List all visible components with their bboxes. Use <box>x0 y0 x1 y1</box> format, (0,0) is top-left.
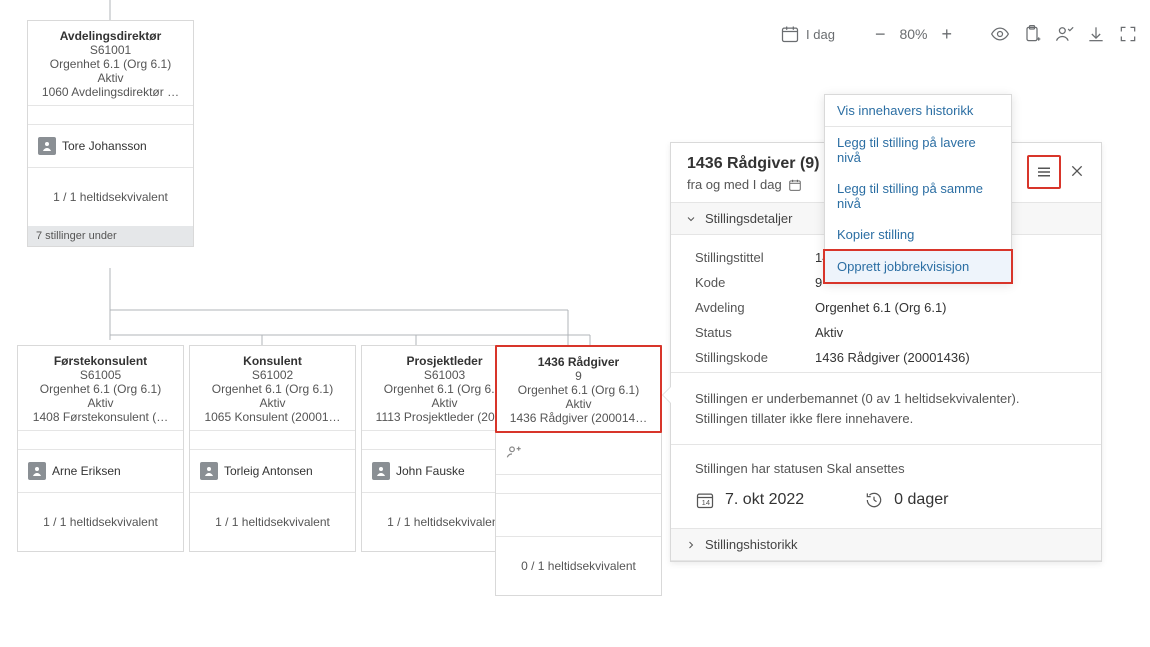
menu-item-add-same[interactable]: Legg til stilling på samme nivå <box>825 173 1011 219</box>
expand-icon <box>1118 24 1138 44</box>
card-position-code: 1408 Førstekonsulent (… <box>24 410 177 424</box>
panel-title: 1436 Rådgiver (9) <box>687 155 820 173</box>
understaffed-line2: Stillingen tillater ikke flere innehaver… <box>695 409 1077 429</box>
understaffed-line1: Stillingen er underbemannet (0 av 1 helt… <box>695 389 1077 409</box>
svg-text:14: 14 <box>702 498 710 507</box>
section-history-label: Stillingshistorikk <box>705 537 797 552</box>
panel-effective: fra og med I dag <box>687 177 782 192</box>
card-fte: 0 / 1 heltidsekvivalent <box>496 537 661 595</box>
org-card-child[interactable]: Konsulent S61002 Orgenhet 6.1 (Org 6.1) … <box>189 345 356 552</box>
card-org: Orgenhet 6.1 (Org 6.1) <box>24 382 177 396</box>
value-stillingskode: 1436 Rådgiver (20001436) <box>815 350 970 365</box>
card-status: Aktiv <box>196 396 349 410</box>
card-title: 1436 Rådgiver <box>503 355 654 369</box>
card-title: Avdelingsdirektør <box>34 29 187 43</box>
value-status: Aktiv <box>815 325 843 340</box>
zoom-value: 80% <box>899 26 927 42</box>
card-head: Avdelingsdirektør S61001 Orgenhet 6.1 (O… <box>28 21 193 106</box>
menu-item-create-requisition[interactable]: Opprett jobbrekvisisjon <box>824 250 1012 283</box>
add-holder-icon[interactable] <box>506 444 522 463</box>
panel-menu-button[interactable] <box>1027 155 1061 189</box>
card-position-code: 1436 Rådgiver (200014… <box>503 411 654 425</box>
visibility-button[interactable] <box>988 22 1012 46</box>
panel-pointer <box>663 387 671 403</box>
card-code: S61005 <box>24 368 177 382</box>
status-days: 0 dager <box>894 491 948 509</box>
zoom-out-button[interactable]: − <box>875 24 886 45</box>
calendar-date-icon: 14 <box>695 490 715 510</box>
status-text: Stillingen har statusen Skal ansettes <box>695 461 1077 476</box>
clipboard-plus-icon <box>1022 24 1042 44</box>
calendar-icon <box>788 178 802 192</box>
avatar <box>200 462 218 480</box>
holder-name: Torleig Antonsen <box>224 464 313 478</box>
eye-icon <box>990 24 1010 44</box>
card-title: Førstekonsulent <box>24 354 177 368</box>
download-icon <box>1086 24 1106 44</box>
card-position-code: 1060 Avdelingsdirektør … <box>34 85 187 99</box>
fullscreen-button[interactable] <box>1116 22 1140 46</box>
section-history-header[interactable]: Stillingshistorikk <box>671 528 1101 561</box>
calendar-icon <box>780 24 800 44</box>
context-menu: Vis innehavers historikk Legg til stilli… <box>824 94 1012 283</box>
menu-item-history[interactable]: Vis innehavers historikk <box>825 95 1011 126</box>
holder-name: John Fauske <box>396 464 465 478</box>
today-label: I dag <box>806 27 835 42</box>
card-code: S61001 <box>34 43 187 57</box>
label-avdeling: Avdeling <box>695 300 815 315</box>
card-status: Aktiv <box>24 396 177 410</box>
card-org: Orgenhet 6.1 (Org 6.1) <box>34 57 187 71</box>
avatar <box>372 462 390 480</box>
card-fte: 1 / 1 heltidsekvivalent <box>190 493 355 551</box>
label-stillingstittel: Stillingstittel <box>695 250 815 265</box>
close-icon <box>1069 163 1085 179</box>
history-icon <box>864 490 884 510</box>
panel-close-button[interactable] <box>1069 163 1085 182</box>
status-date: 7. okt 2022 <box>725 491 804 509</box>
person-check-icon <box>1054 24 1074 44</box>
card-footer[interactable]: 7 stillinger under <box>28 226 193 246</box>
menu-item-add-lower[interactable]: Legg til stilling på lavere nivå <box>825 127 1011 173</box>
card-code: S61002 <box>196 368 349 382</box>
label-status: Status <box>695 325 815 340</box>
hamburger-icon <box>1035 163 1053 181</box>
card-status: Aktiv <box>34 71 187 85</box>
menu-item-copy[interactable]: Kopier stilling <box>825 219 1011 250</box>
card-code: 9 <box>503 369 654 383</box>
person-check-button[interactable] <box>1052 22 1076 46</box>
chevron-down-icon <box>685 213 697 225</box>
download-button[interactable] <box>1084 22 1108 46</box>
card-org: Orgenhet 6.1 (Org 6.1) <box>196 382 349 396</box>
card-holder: Tore Johansson <box>28 124 193 168</box>
label-kode: Kode <box>695 275 815 290</box>
understaffed-block: Stillingen er underbemannet (0 av 1 helt… <box>671 372 1101 444</box>
label-stillingskode: Stillingskode <box>695 350 815 365</box>
zoom-in-button[interactable]: + <box>941 24 952 45</box>
card-position-code: 1065 Konsulent (20001… <box>196 410 349 424</box>
org-card-child-selected[interactable]: 1436 Rådgiver 9 Orgenhet 6.1 (Org 6.1) A… <box>495 345 662 596</box>
card-fte: 1 / 1 heltidsekvivalent <box>28 168 193 226</box>
value-avdeling: Orgenhet 6.1 (Org 6.1) <box>815 300 947 315</box>
value-kode: 9 <box>815 275 822 290</box>
org-card-parent[interactable]: Avdelingsdirektør S61001 Orgenhet 6.1 (O… <box>27 20 194 247</box>
section-details-label: Stillingsdetaljer <box>705 211 792 226</box>
status-block: Stillingen har statusen Skal ansettes 14… <box>671 444 1101 528</box>
today-button[interactable]: I dag <box>772 20 843 48</box>
card-fte: 1 / 1 heltidsekvivalent <box>18 493 183 551</box>
holder-name: Tore Johansson <box>62 139 147 153</box>
avatar <box>38 137 56 155</box>
holder-name: Arne Eriksen <box>52 464 121 478</box>
avatar <box>28 462 46 480</box>
chevron-right-icon <box>685 539 697 551</box>
zoom-group: − 80% + <box>875 24 952 45</box>
org-card-child[interactable]: Førstekonsulent S61005 Orgenhet 6.1 (Org… <box>17 345 184 552</box>
clipboard-add-button[interactable] <box>1020 22 1044 46</box>
card-title: Konsulent <box>196 354 349 368</box>
card-status: Aktiv <box>503 397 654 411</box>
card-org: Orgenhet 6.1 (Org 6.1) <box>503 383 654 397</box>
